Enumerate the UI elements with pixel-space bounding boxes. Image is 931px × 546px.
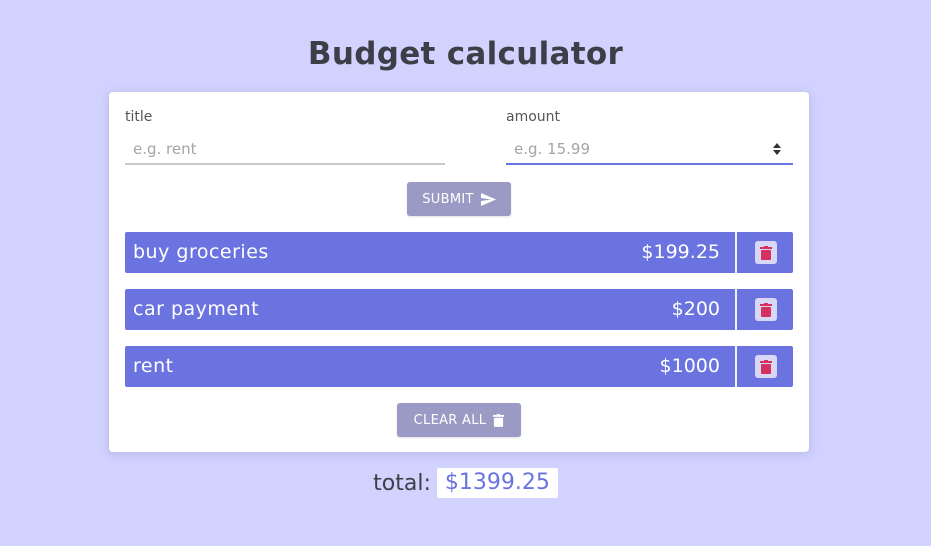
total-label: total:	[373, 470, 431, 496]
row-divider	[735, 346, 737, 387]
clear-all-label: CLEAR ALL	[413, 412, 487, 428]
amount-stepper[interactable]	[772, 141, 782, 157]
clear-all-button[interactable]: CLEAR ALL	[397, 403, 521, 437]
expense-amount: $1000	[659, 355, 720, 377]
send-icon	[480, 192, 496, 206]
amount-input[interactable]	[506, 135, 793, 165]
title-input[interactable]	[125, 135, 445, 165]
stepper-down-icon[interactable]	[773, 150, 781, 155]
submit-button[interactable]: SUBMIT	[407, 182, 511, 216]
row-divider	[735, 232, 737, 273]
expense-amount: $199.25	[641, 241, 720, 263]
expense-item: buy groceries $199.25	[125, 232, 793, 273]
total-summary: total: $1399.25	[0, 468, 931, 498]
submit-label: SUBMIT	[422, 191, 474, 207]
page-title: Budget calculator	[307, 36, 624, 72]
expense-title: buy groceries	[133, 241, 269, 263]
delete-button[interactable]	[755, 241, 777, 264]
budget-card: title amount SUBMIT buy groceries $199.2…	[109, 92, 809, 452]
delete-button[interactable]	[755, 298, 777, 321]
expense-item: car payment $200	[125, 289, 793, 330]
trash-icon	[760, 359, 772, 374]
expense-item: rent $1000	[125, 346, 793, 387]
expense-title: rent	[133, 355, 174, 377]
trash-icon	[493, 413, 505, 427]
expense-title: car payment	[133, 298, 260, 320]
title-label: title	[125, 109, 153, 125]
stepper-up-icon[interactable]	[773, 143, 781, 148]
amount-label: amount	[506, 109, 561, 125]
trash-icon	[760, 245, 772, 260]
total-value: $1399.25	[436, 468, 558, 498]
trash-icon	[760, 302, 772, 317]
row-divider	[735, 289, 737, 330]
delete-button[interactable]	[755, 355, 777, 378]
expense-amount: $200	[671, 298, 720, 320]
